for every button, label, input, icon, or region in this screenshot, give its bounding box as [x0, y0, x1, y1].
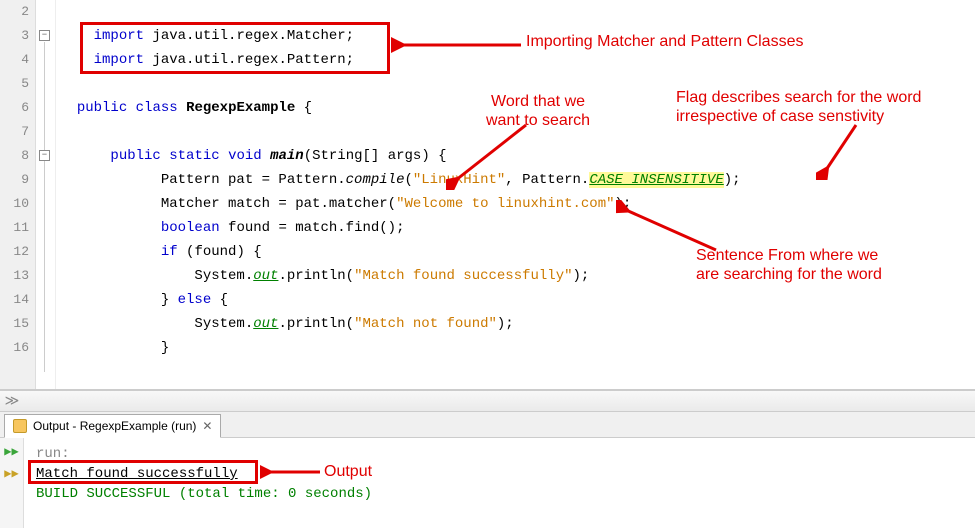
- output-tabbar: Output - RegexpExample (run) ✕: [0, 412, 975, 438]
- output-tab-title: Output - RegexpExample (run): [33, 419, 196, 433]
- line-number: 3: [0, 24, 29, 48]
- code-line: if (found) {: [60, 240, 975, 264]
- fold-column: − −: [36, 0, 56, 389]
- code-line: } else {: [60, 288, 975, 312]
- output-toolbar: ▶▶ ▶▶: [0, 438, 24, 528]
- code-line: Pattern pat = Pattern.compile("LinuxHint…: [60, 168, 975, 192]
- code-line: System.out.println("Match not found");: [60, 312, 975, 336]
- line-number: 6: [0, 96, 29, 120]
- code-line: }: [60, 336, 975, 360]
- close-icon[interactable]: ✕: [202, 419, 212, 433]
- code-line: boolean found = match.find();: [60, 216, 975, 240]
- line-number: 12: [0, 240, 29, 264]
- line-number: 2: [0, 0, 29, 24]
- breadcrumb-arrow-icon[interactable]: ≫: [0, 393, 24, 410]
- line-number: 15: [0, 312, 29, 336]
- fold-guide: [44, 42, 45, 372]
- fold-toggle-icon[interactable]: −: [39, 150, 50, 161]
- code-line: System.out.println("Match found successf…: [60, 264, 975, 288]
- code-line: import java.util.regex.Pattern;: [60, 48, 975, 72]
- line-number: 11: [0, 216, 29, 240]
- code-editor-pane: 2 3 4 5 6 7 8 9 10 11 12 13 14 15 16 − −…: [0, 0, 975, 390]
- line-number: 4: [0, 48, 29, 72]
- output-run-line: run:: [36, 444, 963, 464]
- output-tab[interactable]: Output - RegexpExample (run) ✕: [4, 414, 221, 438]
- line-number: 8: [0, 144, 29, 168]
- rerun-button[interactable]: ▶▶: [3, 442, 21, 460]
- fold-toggle-icon[interactable]: −: [39, 30, 50, 41]
- line-number: 16: [0, 336, 29, 360]
- line-number: 10: [0, 192, 29, 216]
- output-match-line: Match found successfully: [36, 464, 963, 484]
- line-number: 14: [0, 288, 29, 312]
- code-line: import java.util.regex.Matcher;: [60, 24, 975, 48]
- code-line: public static void main(String[] args) {: [60, 144, 975, 168]
- line-number-gutter: 2 3 4 5 6 7 8 9 10 11 12 13 14 15 16: [0, 0, 36, 389]
- line-number: 13: [0, 264, 29, 288]
- rerun-alt-button[interactable]: ▶▶: [3, 464, 21, 482]
- line-number: 9: [0, 168, 29, 192]
- line-number: 7: [0, 120, 29, 144]
- line-number: 5: [0, 72, 29, 96]
- code-line: public class RegexpExample {: [60, 96, 975, 120]
- output-tab-icon: [13, 419, 27, 433]
- code-line: Matcher match = pat.matcher("Welcome to …: [60, 192, 975, 216]
- output-build-line: BUILD SUCCESSFUL (total time: 0 seconds): [36, 484, 963, 504]
- output-text-area[interactable]: run: Match found successfully BUILD SUCC…: [24, 438, 975, 528]
- output-panel: ▶▶ ▶▶ run: Match found successfully BUIL…: [0, 438, 975, 528]
- editor-bottom-bar: ≫: [0, 390, 975, 412]
- code-area[interactable]: import java.util.regex.Matcher; import j…: [56, 0, 975, 389]
